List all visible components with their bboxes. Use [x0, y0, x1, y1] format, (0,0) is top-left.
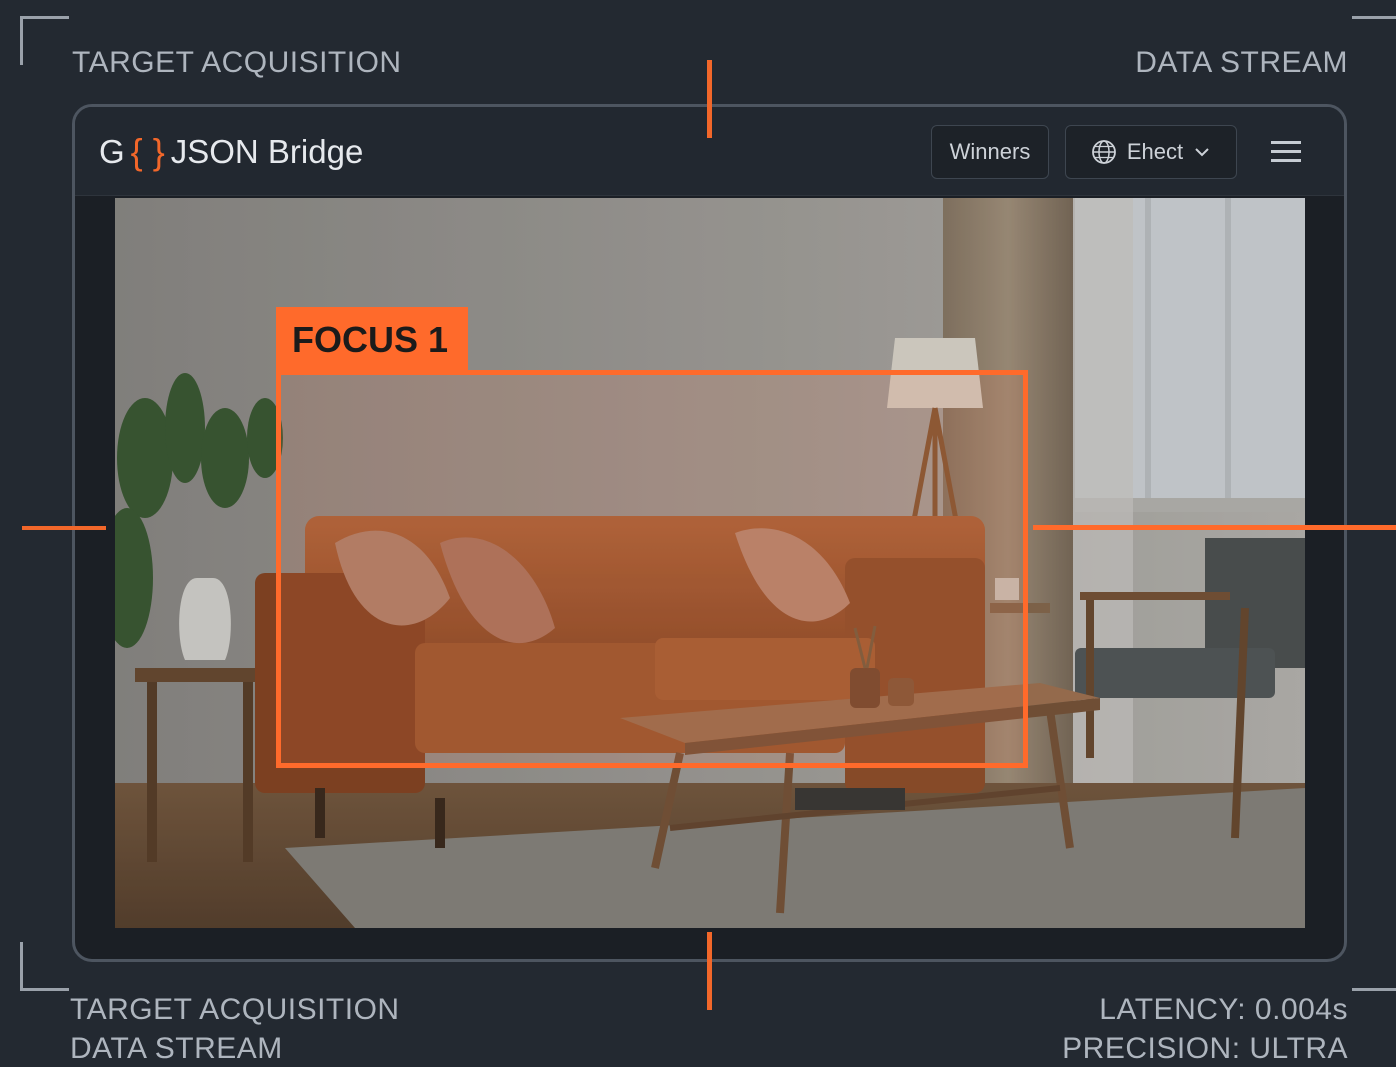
braces-icon: { } [130, 131, 165, 172]
winners-button[interactable]: Winners [931, 125, 1049, 179]
brand-logo[interactable]: G { } JSON Bridge [99, 131, 363, 173]
corner-bracket-top-right [1352, 16, 1396, 65]
hamburger-menu-icon[interactable] [1269, 137, 1305, 167]
focus-connector-line [1033, 525, 1396, 530]
chevron-down-icon [1193, 146, 1211, 158]
crosshair-tick-top [707, 60, 712, 138]
focus-bounding-box [276, 370, 1028, 768]
effect-select-value: Ehect [1126, 139, 1184, 164]
hud-bottom-left-label-2: DATA STREAM [70, 1032, 283, 1065]
effect-select[interactable]: Ehect [1065, 125, 1237, 179]
corner-bracket-top-left [20, 16, 69, 65]
latency-readout: LATENCY: 0.004s [1099, 993, 1348, 1026]
crosshair-tick-left [22, 526, 106, 530]
globe-icon [1091, 139, 1117, 165]
focus-label: FOCUS 1 [276, 307, 468, 373]
hud-top-right-label: DATA STREAM [1135, 46, 1348, 79]
precision-readout: PRECISION: ULTRA [1062, 1032, 1348, 1065]
corner-bracket-bottom-left [20, 942, 69, 991]
brand-prefix: G [99, 133, 125, 170]
brand-name: JSON Bridge [170, 133, 364, 170]
hud-bottom-left-label-1: TARGET ACQUISITION [70, 993, 400, 1026]
crosshair-tick-bottom [707, 932, 712, 1010]
hud-top-left-label: TARGET ACQUISITION [72, 46, 402, 79]
corner-bracket-bottom-right [1352, 942, 1396, 991]
